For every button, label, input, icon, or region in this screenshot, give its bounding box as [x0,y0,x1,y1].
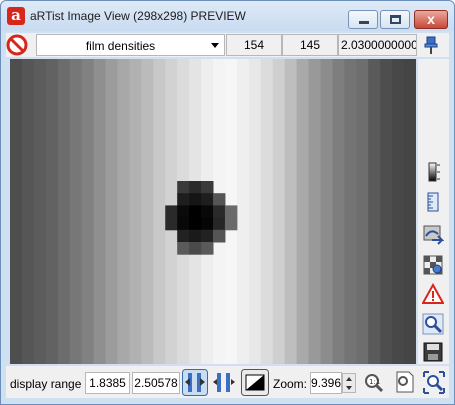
image-column [153,59,166,364]
defect-pixel [189,217,202,231]
profile-export-icon[interactable] [422,223,445,245]
maximize-button[interactable] [380,10,410,29]
window-title: aRTist Image View (298x298) PREVIEW [30,9,246,23]
image-column [320,59,333,364]
maximize-icon [390,15,401,24]
svg-text:1:1: 1:1 [369,378,380,386]
zoom-input[interactable]: 9.396 [310,372,342,394]
defect-pixel [189,181,202,194]
ruler-icon[interactable] [422,191,444,213]
title-bar[interactable]: a aRTist Image View (298x298) PREVIEW x [1,1,454,31]
defect-pixel [177,181,190,194]
image-column [260,59,274,364]
y-position-field: 145 [282,34,338,56]
display-range-max-input[interactable]: 2.50578 [132,372,180,394]
colorbar-icon[interactable] [422,161,444,183]
defect-pixel [201,242,214,255]
image-column [296,59,310,364]
defect-pixel [177,217,190,231]
zoom-page-button[interactable] [391,369,417,396]
defect-pixel [213,229,226,243]
spin-down-icon[interactable] [346,386,352,390]
image-column [284,59,298,364]
defect-pixel [177,242,190,255]
pixel-value-field: 2.0300000000000 [338,34,417,56]
defect-pixel [177,205,190,219]
defect-pixel [189,242,202,255]
defect-pixel [224,205,238,219]
defect-pixel [165,205,178,219]
image-column [380,59,393,364]
display-range-label: display range [10,377,82,391]
zoom-extent-button[interactable] [421,369,447,396]
checker-pattern-icon[interactable] [422,254,444,276]
image-column [392,59,405,364]
defect-pixel [201,193,214,206]
image-view-window: a aRTist Image View (298x298) PREVIEW x … [0,0,455,405]
image-column [45,59,59,364]
image-column [141,59,154,364]
close-icon: x [427,11,435,27]
image-column [272,59,286,364]
defect-pixel [213,193,226,206]
zoom-spinner[interactable] [342,373,356,393]
image-column [69,59,83,364]
image-column [57,59,71,364]
image-column [344,59,357,364]
defect-pixel [201,217,214,231]
image-column [105,59,118,364]
magnifier-icon[interactable] [422,313,444,335]
minimize-icon [359,21,369,24]
spin-up-icon[interactable] [346,377,352,381]
defect-pixel [213,217,226,231]
mode-dropdown-value: film densities [85,39,156,53]
artist-logo-icon: a [7,7,25,25]
image-column [356,59,369,364]
defect-pixel [201,205,214,219]
defect-pixel [177,193,190,206]
defect-pixel [189,229,202,243]
defect-pixel [165,217,178,231]
defect-pixel [224,217,238,231]
image-column [33,59,47,364]
minimize-button[interactable] [348,10,378,29]
defect-pixel [177,229,190,243]
image-column [332,59,345,364]
auto-range-button[interactable] [182,369,208,396]
defect-pixel [201,229,214,243]
defect-pixel [201,181,214,194]
image-column [308,59,321,364]
mode-dropdown[interactable]: film densities [36,34,225,56]
expand-range-button[interactable] [211,369,237,396]
image-column [10,59,23,364]
zoom-fit-button[interactable]: 1:1 [361,369,387,396]
image-column [368,59,381,364]
image-column [248,59,262,364]
image-column [117,59,130,364]
display-range-min-input[interactable]: 1.8385 [85,372,130,394]
no-entry-icon[interactable] [6,34,28,56]
invert-gray-button[interactable] [241,369,269,396]
close-button[interactable]: x [414,10,448,29]
image-column [93,59,107,364]
chevron-down-icon [211,43,219,48]
image-column [404,59,417,364]
defect-pixel [189,205,202,219]
save-icon[interactable] [422,341,444,363]
warning-icon[interactable] [421,282,445,305]
image-column [21,59,35,364]
image-column [236,59,250,364]
image-column [81,59,95,364]
pin-icon[interactable] [422,35,440,55]
zoom-label: Zoom: [273,377,308,391]
x-position-field: 154 [226,34,282,56]
image-viewport[interactable] [10,59,417,364]
defect-pixel [213,205,226,219]
radiograph-image[interactable] [10,59,417,364]
defect-pixel [189,193,202,206]
image-column [129,59,142,364]
